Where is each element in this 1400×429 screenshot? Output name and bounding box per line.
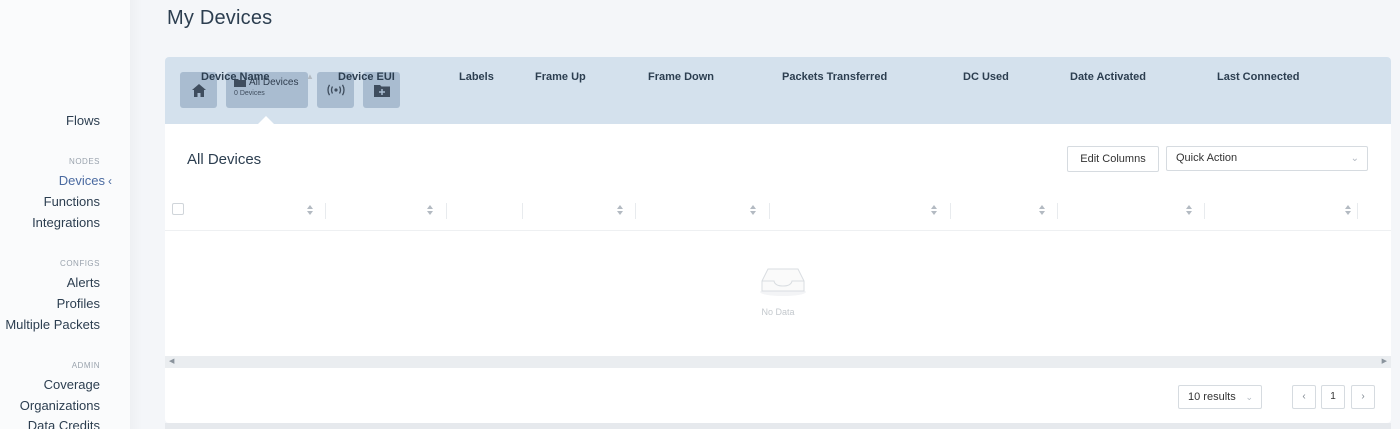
sort-icon[interactable]: ▲ bbox=[306, 57, 314, 97]
page-size-value: 10 results bbox=[1188, 391, 1236, 403]
horizontal-scrollbar[interactable]: ◀ ▶ bbox=[165, 356, 1391, 368]
quick-action-value: Quick Action bbox=[1176, 152, 1238, 164]
column-dc-used[interactable]: DC Used bbox=[963, 57, 1009, 97]
sidebar-item-devices[interactable]: Devices ‹ bbox=[59, 173, 112, 188]
selection-pointer bbox=[258, 116, 274, 124]
sidebar-item-flows[interactable]: Flows bbox=[66, 113, 100, 128]
quick-action-select[interactable]: Quick Action ⌄ bbox=[1166, 146, 1368, 171]
column-label: Labels bbox=[459, 71, 494, 83]
sidebar-section-configs: CONFIGS bbox=[60, 259, 100, 268]
column-divider[interactable] bbox=[635, 203, 636, 219]
sidebar-item-alerts[interactable]: Alerts bbox=[67, 275, 100, 290]
column-label: Packets Transferred bbox=[782, 71, 888, 83]
sidebar-item-integrations[interactable]: Integrations bbox=[32, 215, 100, 230]
inbox-icon bbox=[760, 268, 806, 296]
sidebar-item-data-credits[interactable]: Data Credits bbox=[28, 418, 100, 429]
page-size-select[interactable]: 10 results ⌄ bbox=[1178, 385, 1262, 409]
column-date-activated[interactable]: Date Activated bbox=[1070, 57, 1146, 97]
chevron-down-icon: ⌄ bbox=[1350, 153, 1359, 164]
sort-icon[interactable] bbox=[616, 204, 624, 216]
sidebar-item-multiple-packets[interactable]: Multiple Packets bbox=[5, 317, 100, 332]
sidebar: Flows NODES Devices ‹ Functions Integrati… bbox=[0, 0, 130, 429]
sort-icon[interactable] bbox=[306, 204, 314, 216]
column-label: Frame Up bbox=[535, 71, 586, 83]
column-label: Date Activated bbox=[1070, 71, 1147, 83]
column-divider[interactable] bbox=[769, 203, 770, 219]
column-labels[interactable]: Labels bbox=[459, 57, 494, 97]
column-divider[interactable] bbox=[1057, 203, 1058, 219]
column-divider[interactable] bbox=[325, 203, 326, 219]
sort-icon[interactable] bbox=[749, 204, 757, 216]
column-label: DC Used bbox=[963, 71, 1009, 83]
column-label: Device Name bbox=[201, 71, 270, 83]
column-divider[interactable] bbox=[1357, 203, 1358, 219]
chevron-left-icon: ‹ bbox=[108, 174, 112, 188]
column-label: Last Connected bbox=[1217, 71, 1300, 83]
column-frame-up[interactable]: Frame Up bbox=[535, 57, 586, 97]
column-frame-down[interactable]: Frame Down bbox=[648, 57, 714, 97]
page-title: My Devices bbox=[167, 7, 273, 29]
next-page-button[interactable]: › bbox=[1351, 385, 1375, 409]
chevron-down-icon: ⌄ bbox=[1245, 392, 1253, 402]
sort-icon[interactable] bbox=[1344, 204, 1352, 216]
sort-icon[interactable] bbox=[1185, 204, 1193, 216]
sidebar-item-functions[interactable]: Functions bbox=[44, 194, 100, 209]
column-device-name[interactable]: Device Name ▲ bbox=[201, 57, 314, 97]
column-device-eui[interactable]: Device EUI bbox=[338, 57, 395, 97]
page-1-button[interactable]: 1 bbox=[1321, 385, 1345, 409]
sidebar-item-coverage[interactable]: Coverage bbox=[44, 377, 100, 392]
column-divider[interactable] bbox=[446, 203, 447, 219]
sidebar-section-admin: ADMIN bbox=[71, 361, 100, 370]
sidebar-item-organizations[interactable]: Organizations bbox=[20, 398, 100, 413]
sidebar-section-nodes: NODES bbox=[69, 157, 100, 166]
column-packets-transferred[interactable]: Packets Transferred bbox=[782, 57, 887, 97]
sidebar-item-label: Devices bbox=[58, 173, 105, 188]
column-label: Frame Down bbox=[648, 71, 715, 83]
scroll-right-icon[interactable]: ▶ bbox=[1382, 356, 1387, 368]
edit-columns-button[interactable]: Edit Columns bbox=[1067, 146, 1159, 172]
select-all-checkbox[interactable] bbox=[172, 203, 184, 215]
column-divider[interactable] bbox=[522, 203, 523, 219]
column-last-connected[interactable]: Last Connected bbox=[1217, 57, 1300, 97]
sidebar-divider bbox=[130, 0, 142, 429]
sidebar-item-profiles[interactable]: Profiles bbox=[57, 296, 100, 311]
column-divider[interactable] bbox=[1204, 203, 1205, 219]
sort-icon[interactable] bbox=[426, 204, 434, 216]
prev-page-button[interactable]: ‹ bbox=[1292, 385, 1316, 409]
empty-state-text: No Data bbox=[761, 307, 795, 317]
panel-title: All Devices bbox=[187, 151, 262, 168]
scroll-left-icon[interactable]: ◀ bbox=[169, 356, 174, 368]
card-bottom-edge bbox=[165, 423, 1391, 429]
column-label: Device EUI bbox=[338, 71, 395, 83]
sort-icon[interactable] bbox=[1038, 204, 1046, 216]
sort-icon[interactable] bbox=[930, 204, 938, 216]
table-header bbox=[165, 191, 1391, 231]
column-divider[interactable] bbox=[950, 203, 951, 219]
devices-card: All Devices 0 Devices All Devices Edit C… bbox=[165, 57, 1391, 423]
